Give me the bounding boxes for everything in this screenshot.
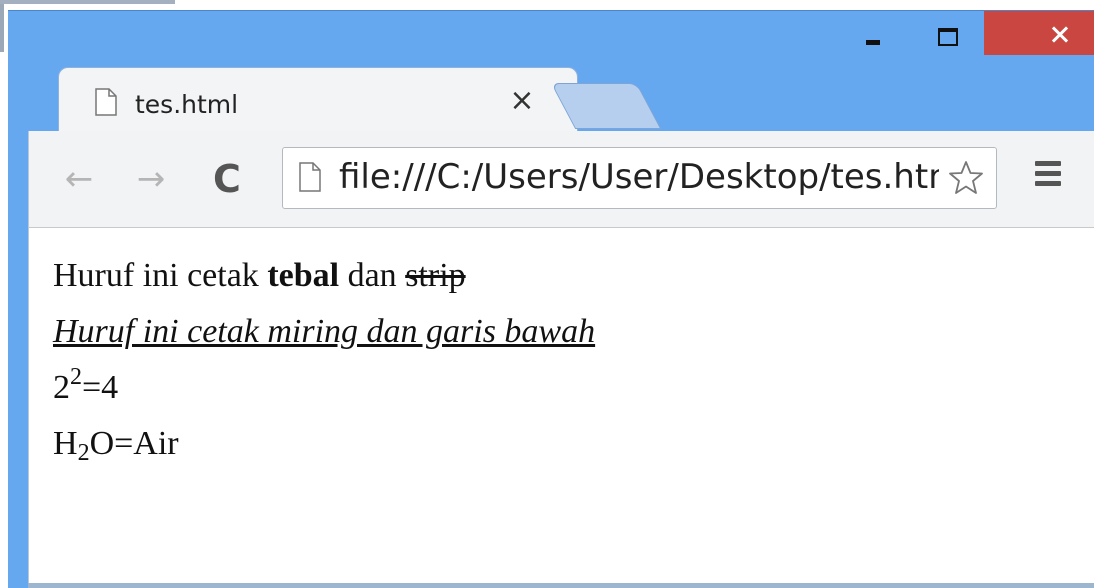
- line-bold-strike: Huruf ini cetak tebal dan strip: [53, 257, 466, 294]
- page-content: Huruf ini cetak tebal dan strip Huruf in…: [28, 227, 1094, 584]
- superscript: 2: [70, 364, 82, 390]
- desktop-text-fragment: [0, 0, 175, 4]
- url-text[interactable]: file:///C:/Users/User/Desktop/tes.html: [339, 157, 939, 197]
- browser-toolbar: ← → C file:///C:/Users/User/Desktop/tes.…: [28, 131, 1094, 227]
- hamburger-menu-icon[interactable]: [1035, 161, 1063, 187]
- maximize-button[interactable]: [914, 11, 980, 55]
- document-body: Huruf ini cetak tebal dan strip Huruf in…: [53, 248, 595, 472]
- line-subscript: H2O=Air: [53, 425, 179, 466]
- star-icon[interactable]: [946, 158, 986, 198]
- line-superscript: 22=4: [53, 364, 119, 406]
- minimize-button[interactable]: [844, 11, 902, 55]
- window-bottom-border: [28, 583, 1094, 588]
- browser-window: tes.html × ← → C file:///C:/Users/User/D…: [8, 10, 1094, 588]
- address-bar[interactable]: file:///C:/Users/User/Desktop/tes.html: [282, 147, 997, 209]
- forward-arrow-icon[interactable]: →: [129, 157, 173, 201]
- tab-title: tes.html: [135, 90, 239, 119]
- tab-tes-html[interactable]: tes.html ×: [58, 67, 578, 132]
- strike-text: strip: [405, 257, 466, 294]
- back-arrow-icon[interactable]: ←: [57, 157, 101, 201]
- page-icon: [299, 162, 321, 192]
- reload-icon[interactable]: C: [205, 157, 249, 201]
- page-icon: [95, 88, 117, 116]
- italic-underline-text: Huruf ini cetak miring dan garis bawah: [53, 313, 596, 350]
- close-button[interactable]: [984, 11, 1094, 55]
- tab-close-icon[interactable]: ×: [505, 84, 539, 118]
- desktop-edge: [0, 4, 4, 52]
- line-italic-underline: Huruf ini cetak miring dan garis bawah: [53, 304, 595, 360]
- bold-text: tebal: [267, 257, 340, 294]
- subscript: 2: [77, 440, 90, 466]
